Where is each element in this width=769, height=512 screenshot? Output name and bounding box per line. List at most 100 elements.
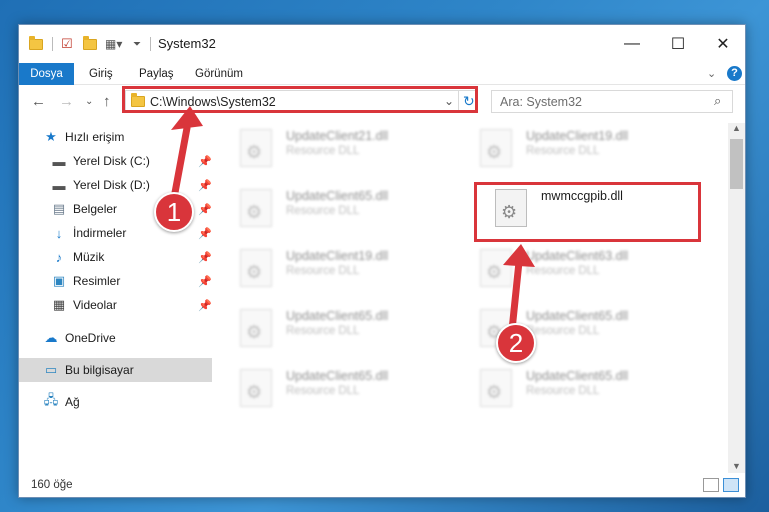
sidebar-item-label: İndirmeler [73,226,127,240]
window-title: System32 [158,36,216,51]
pin-icon[interactable]: 📌 [198,227,212,240]
properties-icon[interactable]: ☑ [61,35,73,53]
sidebar-item-network[interactable]: 🖧 Ağ [19,390,212,414]
divider [150,37,151,51]
quick-access-dropdown-icon[interactable]: ⏷ [133,35,141,53]
file-list: UpdateClient21.dll Resource DLL UpdateCl… [230,123,728,473]
sidebar-item-this-pc[interactable]: ▭ Bu bilgisayar [19,358,212,382]
maximize-button[interactable]: ☐ [655,25,701,63]
file-item[interactable]: UpdateClient21.dll Resource DLL [230,125,460,175]
file-type: Resource DLL [286,325,360,337]
close-button[interactable]: ✕ [700,25,746,63]
file-type: Resource DLL [526,265,600,277]
up-arrow-icon[interactable]: ↑ [103,93,111,110]
file-type: Resource DLL [286,265,360,277]
title-bar: ☑ ▦▾ ⏷ System32 — ☐ ✕ [19,25,745,63]
sidebar-item-onedrive[interactable]: ☁ OneDrive [19,326,212,350]
pin-icon[interactable]: 📌 [198,275,212,288]
new-folder-icon[interactable] [83,35,97,53]
sidebar-item-label: Ağ [65,395,80,409]
expand-ribbon-icon[interactable]: ⌄ [707,67,716,80]
tab-view[interactable]: Görünüm [187,63,251,85]
file-type: Resource DLL [526,385,600,397]
sidebar-item-pictures[interactable]: ▣ Resimler 📌 [19,269,212,293]
sidebar-item-drive-c[interactable]: ▬ Yerel Disk (C:) 📌 [19,149,212,173]
download-icon: ↓ [55,225,63,241]
file-name: UpdateClient65.dll [286,189,389,203]
folder-icon [29,35,43,53]
file-name: UpdateClient65.dll [526,309,629,323]
tab-home[interactable]: Giriş [81,63,121,85]
dll-file-icon [240,369,272,407]
large-icons-view-icon[interactable] [723,478,739,492]
item-count: 160 öğe [31,479,73,491]
file-item[interactable]: UpdateClient65.dll Resource DLL [230,185,460,235]
network-icon: 🖧 [43,392,59,407]
sidebar-item-label: Müzik [73,250,105,264]
videos-icon: ▦ [52,297,66,312]
file-highlight [474,182,701,242]
step-1-badge: 1 [154,192,194,232]
sidebar-item-label: Bu bilgisayar [65,363,134,377]
help-icon[interactable]: ? [727,66,742,81]
forward-arrow-icon[interactable]: → [59,93,74,110]
recent-locations-icon[interactable]: ⌄ [85,96,93,107]
dll-file-icon [240,129,272,167]
sidebar-item-music[interactable]: ♪ Müzik 📌 [19,245,212,269]
vertical-scrollbar[interactable]: ▲ ▼ [728,123,745,473]
sidebar-item-label: Belgeler [73,202,118,216]
dll-file-icon [240,189,272,227]
file-item[interactable]: UpdateClient65.dll Resource DLL [230,365,460,415]
drive-icon: ▬ [52,177,66,193]
search-placeholder[interactable]: Ara: System32 [500,95,582,109]
dll-file-icon [480,129,512,167]
drive-icon: ▬ [52,153,66,169]
sidebar-item-label: Videolar [73,298,117,312]
scroll-up-icon[interactable]: ▲ [732,123,741,133]
file-type: Resource DLL [286,385,360,397]
minimize-button[interactable]: — [609,25,655,63]
file-item[interactable]: UpdateClient19.dll Resource DLL [470,125,700,175]
sidebar-item-label: Yerel Disk (C:) [73,154,150,168]
file-item[interactable]: UpdateClient65.dll Resource DLL [230,305,460,355]
pin-icon[interactable]: 📌 [198,203,212,216]
file-item[interactable]: UpdateClient63.dll Resource DLL [470,245,700,295]
file-name: UpdateClient65.dll [286,309,389,323]
file-item[interactable]: UpdateClient65.dll Resource DLL [470,365,700,415]
scrollbar-thumb[interactable] [730,139,743,189]
pin-icon[interactable]: 📌 [198,179,212,192]
documents-icon: ▤ [52,201,66,216]
star-icon: ★ [45,129,57,144]
navigation-pane: ★ Hızlı erişim ▬ Yerel Disk (C:) 📌 ▬ Yer… [19,123,212,473]
cloud-icon: ☁ [44,330,58,345]
pictures-icon: ▣ [52,273,66,288]
divider [52,37,53,51]
file-name: UpdateClient19.dll [526,129,629,143]
customize-toolbar-icon[interactable]: ▦▾ [105,35,122,53]
computer-icon: ▭ [44,362,58,377]
file-name: UpdateClient65.dll [286,369,389,383]
search-icon[interactable]: ⌕ [714,93,721,109]
details-view-icon[interactable] [703,478,719,492]
file-type: Resource DLL [286,205,360,217]
pin-icon[interactable]: 📌 [198,299,212,312]
back-arrow-icon[interactable]: ← [31,93,46,110]
pin-icon[interactable]: 📌 [198,155,212,168]
pin-icon[interactable]: 📌 [198,251,212,264]
search-box[interactable]: Ara: System32 ⌕ [491,90,733,113]
sidebar-item-quick-access[interactable]: ★ Hızlı erişim [19,125,212,149]
file-name: UpdateClient21.dll [286,129,389,143]
dll-file-icon [480,369,512,407]
file-item[interactable]: UpdateClient19.dll Resource DLL [230,245,460,295]
file-name: UpdateClient65.dll [526,369,629,383]
scroll-down-icon[interactable]: ▼ [732,461,741,471]
tab-share[interactable]: Paylaş [131,63,182,85]
status-bar: 160 öğe [19,473,745,497]
sidebar-item-videos[interactable]: ▦ Videolar 📌 [19,293,212,317]
dll-file-icon [480,249,512,287]
sidebar-item-label: OneDrive [65,331,116,345]
step-2-badge: 2 [496,323,536,363]
dll-file-icon [240,309,272,347]
sidebar-item-label: Yerel Disk (D:) [73,178,150,192]
music-icon: ♪ [55,249,63,265]
